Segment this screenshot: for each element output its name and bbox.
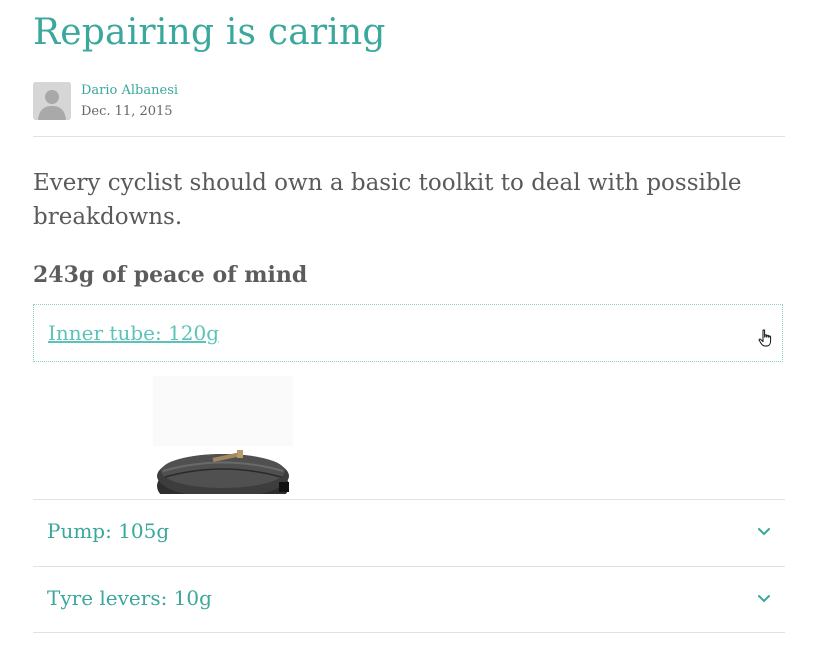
inner-tube-image [153, 376, 293, 494]
page-title: Repairing is caring [33, 12, 386, 53]
lead-paragraph: Every cyclist should own a basic toolkit… [33, 170, 742, 230]
post-date: Dec. 11, 2015 [81, 104, 173, 119]
accordion-item-pump[interactable]: Pump: 105g [33, 499, 785, 565]
accordion-label[interactable]: Pump: 105g [47, 519, 169, 543]
hand-pointer-icon [758, 329, 774, 351]
section-heading: 243g of peace of mind [33, 262, 308, 288]
avatar[interactable] [33, 82, 71, 120]
accordion-item-tyre-levers[interactable]: Tyre levers: 10g [33, 566, 785, 632]
accordion-item-inner-tube[interactable]: Inner tube: 120g [33, 304, 783, 362]
accordion-label[interactable]: Tyre levers: 10g [47, 586, 212, 610]
author-byline: Dario Albanesi Dec. 11, 2015 [33, 82, 785, 137]
chevron-down-icon[interactable] [757, 589, 771, 608]
chevron-down-icon[interactable] [757, 522, 771, 541]
person-silhouette-icon [33, 82, 71, 120]
divider [33, 632, 785, 633]
accordion-label[interactable]: Inner tube: 120g [48, 321, 219, 345]
author-link[interactable]: Dario Albanesi [81, 83, 178, 98]
